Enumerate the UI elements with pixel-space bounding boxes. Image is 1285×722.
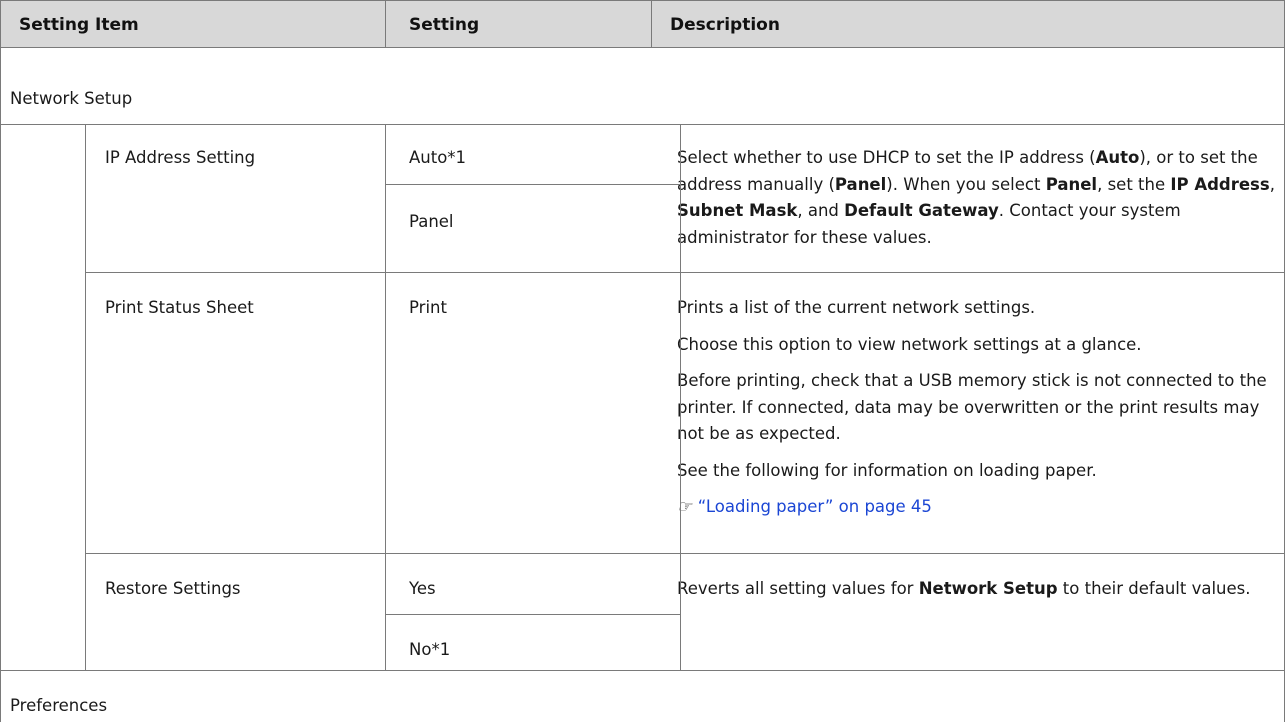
option-auto: Auto*1 bbox=[409, 148, 467, 167]
desc-text: Reverts all setting values for bbox=[677, 579, 919, 598]
item-restore-settings: Restore Settings bbox=[105, 579, 241, 598]
item-print-status-sheet: Print Status Sheet bbox=[105, 298, 254, 317]
settings-table: Setting Item Setting Description Network… bbox=[0, 0, 1285, 722]
item-ip-address-setting: IP Address Setting bbox=[105, 148, 256, 167]
divider bbox=[0, 124, 1285, 125]
divider bbox=[385, 124, 386, 670]
divider bbox=[680, 124, 681, 670]
desc-bold: Default Gateway bbox=[844, 201, 999, 220]
desc-bold: Panel bbox=[1045, 174, 1098, 194]
desc-paragraph: Choose this option to view network setti… bbox=[677, 334, 1142, 354]
section-preferences: Preferences bbox=[10, 696, 108, 715]
header-description: Description bbox=[670, 15, 780, 35]
description-restore: Reverts all setting values for Network S… bbox=[677, 576, 1275, 603]
desc-bold: Subnet Mask bbox=[677, 201, 798, 220]
description-print-status: Prints a list of the current network set… bbox=[677, 295, 1275, 521]
divider bbox=[385, 614, 680, 615]
option-print: Print bbox=[409, 298, 447, 317]
desc-paragraph: Prints a list of the current network set… bbox=[677, 298, 1036, 317]
divider bbox=[0, 0, 1, 722]
header-setting-item: Setting Item bbox=[19, 15, 139, 35]
reference-link[interactable]: ☞ “Loading paper” on page 45 bbox=[677, 494, 1275, 521]
divider bbox=[0, 670, 1285, 671]
divider bbox=[85, 272, 1285, 273]
desc-text: Select whether to use DHCP to set the IP… bbox=[677, 148, 1096, 167]
desc-bold: Panel bbox=[834, 174, 887, 194]
divider bbox=[85, 124, 86, 670]
desc-paragraph: Before printing, check that a USB memory… bbox=[677, 371, 1267, 443]
desc-text: ). When you select bbox=[886, 174, 1046, 194]
desc-paragraph: See the following for information on loa… bbox=[677, 460, 1097, 480]
option-no: No*1 bbox=[409, 640, 451, 659]
divider bbox=[85, 553, 1285, 554]
divider bbox=[651, 0, 652, 47]
desc-text: to their default values. bbox=[1057, 579, 1251, 598]
desc-text: , set the bbox=[1097, 174, 1171, 194]
divider bbox=[0, 0, 1285, 1]
desc-bold: IP Address bbox=[1170, 174, 1270, 194]
desc-bold: Network Setup bbox=[918, 579, 1058, 598]
header-setting: Setting bbox=[409, 15, 480, 35]
option-yes: Yes bbox=[409, 579, 436, 598]
desc-bold: Auto bbox=[1095, 148, 1140, 167]
divider bbox=[385, 0, 386, 47]
desc-text: , bbox=[1269, 174, 1275, 194]
section-network-setup: Network Setup bbox=[10, 89, 133, 108]
loading-paper-link[interactable]: “Loading paper” on page 45 bbox=[698, 497, 932, 516]
divider bbox=[0, 47, 1285, 48]
description-ip-address: Select whether to use DHCP to set the IP… bbox=[677, 145, 1275, 251]
divider bbox=[385, 184, 680, 185]
table-header-row bbox=[0, 0, 1285, 47]
option-panel: Panel bbox=[409, 212, 454, 231]
desc-text: , and bbox=[797, 201, 845, 220]
